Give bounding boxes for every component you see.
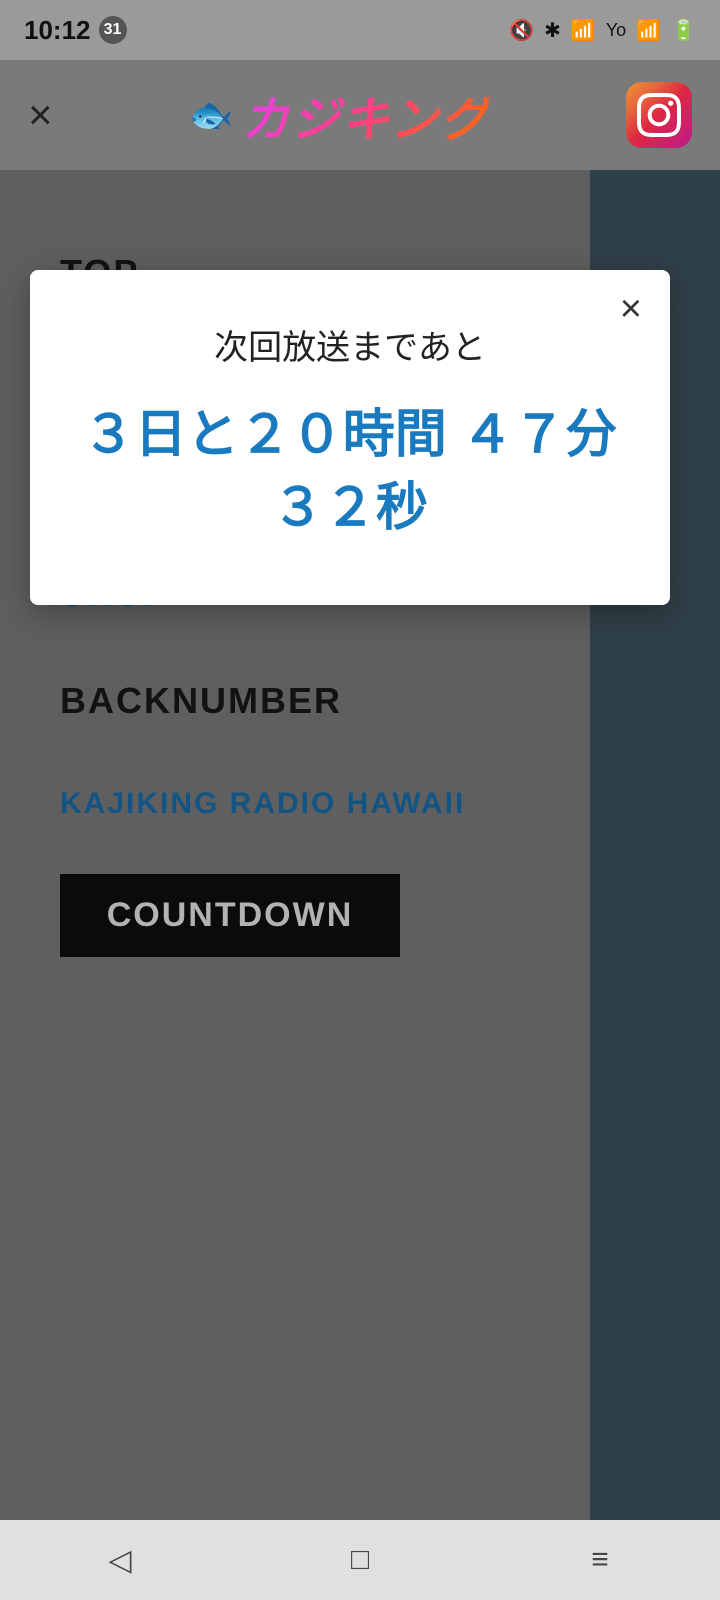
- instagram-button[interactable]: [626, 82, 692, 148]
- signal-bars-icon: 📶: [636, 18, 661, 43]
- modal-overlay: × 次回放送まであと ３日と２０時間 ４７分 ３２秒: [0, 170, 720, 1520]
- modal-subtitle: 次回放送まであと: [70, 320, 630, 369]
- modal-countdown-time: ３日と２０時間 ４７分 ３２秒: [70, 399, 630, 545]
- main-content: TOP ABOUT PROFILE SHOP BACKNUMBER KAJIKI…: [0, 170, 720, 1520]
- instagram-icon: [637, 93, 681, 137]
- wifi-icon: 📶: [571, 18, 596, 43]
- status-bar: 10:12 31 🔇 ✱ 📶 Yo 📶 🔋: [0, 0, 720, 60]
- bluetooth-icon: ✱: [544, 18, 561, 43]
- status-icons: 🔇 ✱ 📶 Yo 📶 🔋: [509, 18, 696, 43]
- nav-bar: ◁ □ ≡: [0, 1520, 720, 1600]
- status-time: 10:12 31: [24, 15, 127, 46]
- app-header: × 🐟 カジキング: [0, 60, 720, 170]
- header-close-button[interactable]: ×: [28, 94, 53, 136]
- notification-badge: 31: [99, 16, 127, 44]
- app-logo: 🐟 カジキング: [53, 80, 626, 150]
- logo-fish-icon: 🐟: [189, 94, 234, 136]
- logo-text: カジキング: [241, 80, 490, 150]
- countdown-line2: ３２秒: [70, 472, 630, 545]
- countdown-line1: ３日と２０時間 ４７分: [70, 399, 630, 472]
- modal-close-button[interactable]: ×: [620, 290, 642, 328]
- signal-icon: Yo: [606, 20, 626, 41]
- home-button[interactable]: □: [320, 1543, 400, 1577]
- time-display: 10:12: [24, 15, 91, 46]
- menu-button[interactable]: ≡: [560, 1543, 640, 1577]
- modal-dialog: × 次回放送まであと ３日と２０時間 ４７分 ３２秒: [30, 270, 670, 605]
- mute-icon: 🔇: [509, 18, 534, 43]
- battery-icon: 🔋: [671, 18, 696, 43]
- back-button[interactable]: ◁: [80, 1543, 160, 1578]
